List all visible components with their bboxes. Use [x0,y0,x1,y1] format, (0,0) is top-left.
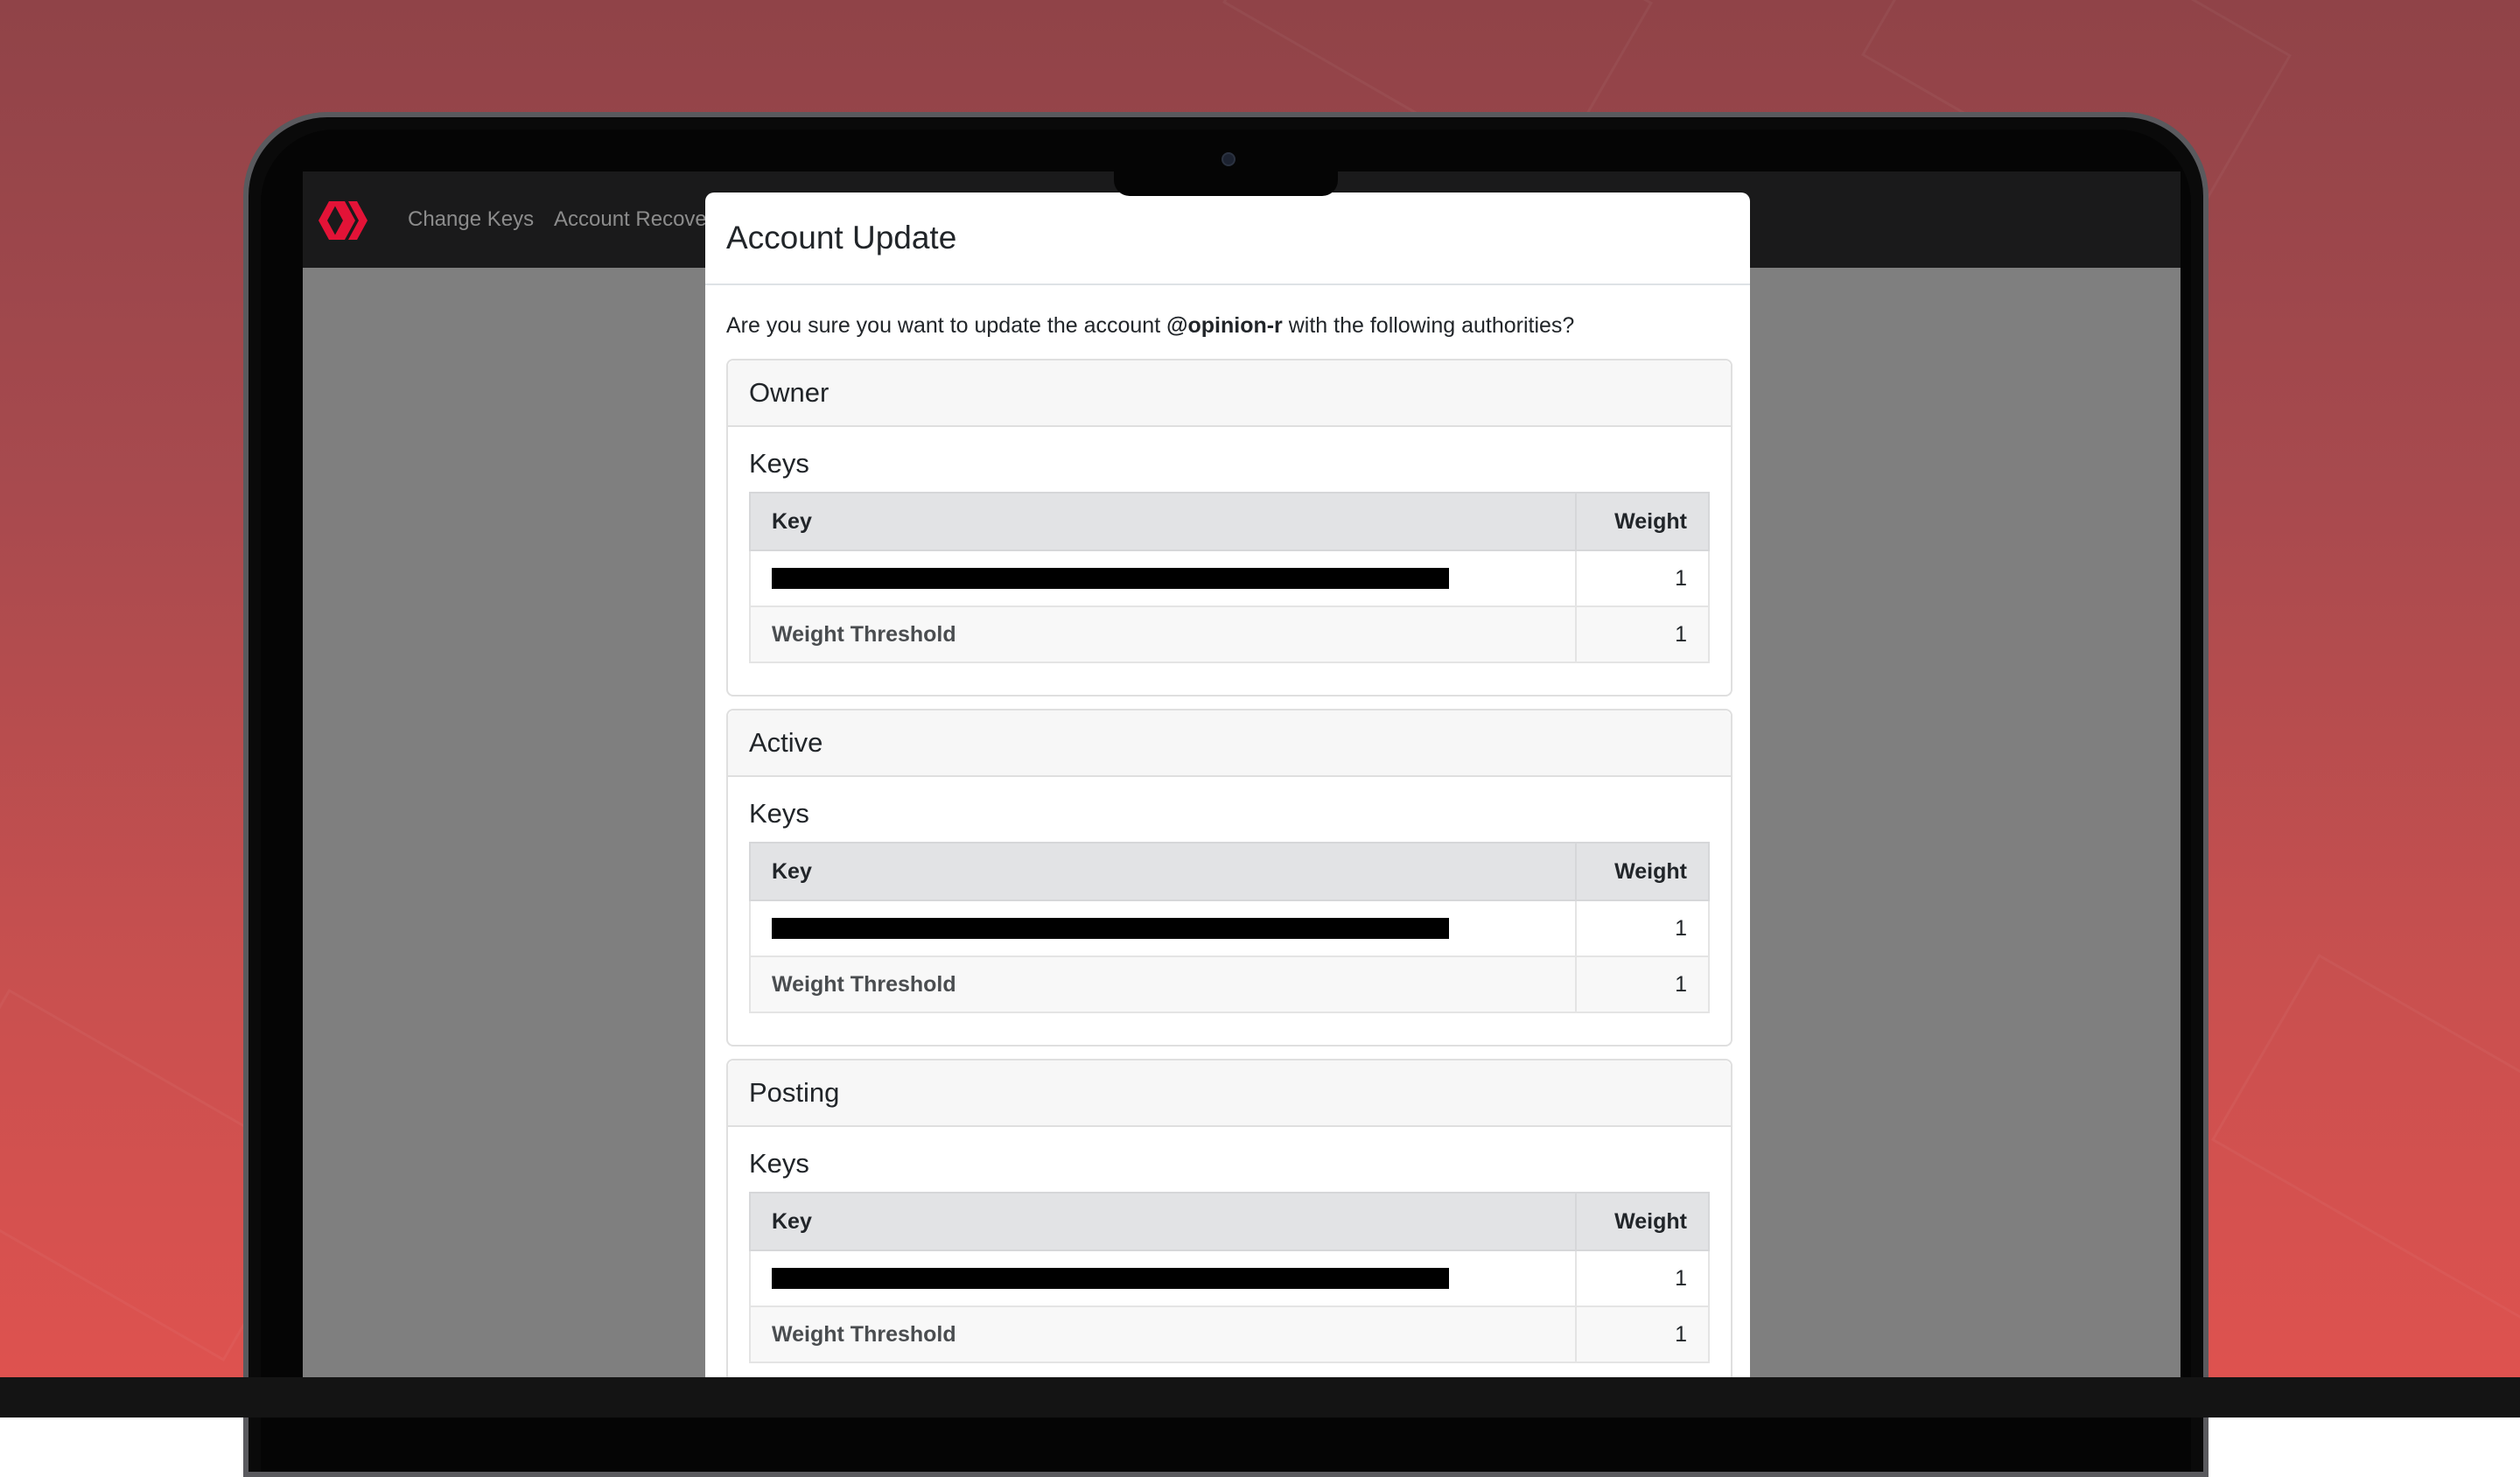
threshold-value: 1 [1574,1306,1711,1363]
modal-body: Are you sure you want to update the acco… [705,285,1750,1382]
key-cell [749,1250,1577,1307]
nav-account-recovery[interactable]: Account Recovery [554,172,724,268]
threshold-label: Weight Threshold [749,606,1577,663]
keys-table: Key Weight 1 Weight Threshold 1 [749,842,1711,1013]
keys-heading: Keys [749,798,809,829]
threshold-label: Weight Threshold [749,1306,1577,1363]
threshold-label: Weight Threshold [749,956,1577,1013]
key-cell [749,550,1577,607]
laptop-bottom-bezel [0,1377,2520,1418]
card-body: Keys Key Weight 1 Weight Threshold 1 [728,1127,1731,1382]
modal-header: Account Update [705,192,1750,285]
keys-table: Key Weight 1 Weight Threshold 1 [749,1192,1711,1363]
column-key: Key [749,492,1577,551]
authority-card-active: Active Keys Key Weight 1 Weight Threshol… [726,709,1732,1046]
keys-heading: Keys [749,448,809,479]
redacted-key [772,918,1449,939]
threshold-value: 1 [1574,956,1711,1013]
table-header-row: Key Weight [749,842,1711,901]
threshold-value: 1 [1574,606,1711,663]
confirmation-text: Are you sure you want to update the acco… [726,310,1729,341]
hive-logo-icon[interactable] [315,192,371,248]
weight-cell: 1 [1574,550,1711,607]
card-title-posting: Posting [728,1060,1731,1127]
redacted-key [772,1268,1449,1289]
weight-cell: 1 [1574,900,1711,957]
table-header-row: Key Weight [749,1192,1711,1251]
threshold-row: Weight Threshold 1 [749,606,1711,663]
account-update-modal: Account Update Are you sure you want to … [705,192,1750,1382]
column-weight: Weight [1574,1192,1711,1251]
keys-table: Key Weight 1 Weight Threshold 1 [749,492,1711,663]
card-title-active: Active [728,710,1731,777]
authority-card-posting: Posting Keys Key Weight 1 Weight Thresho… [726,1059,1732,1382]
table-header-row: Key Weight [749,492,1711,551]
authority-card-owner: Owner Keys Key Weight 1 Weight Threshold… [726,359,1732,696]
card-title-owner: Owner [728,360,1731,427]
column-key: Key [749,1192,1577,1251]
hex-pattern [2211,953,2520,1327]
card-body: Keys Key Weight 1 Weight Threshold 1 [728,777,1731,1045]
table-row: 1 [749,900,1711,957]
column-weight: Weight [1574,842,1711,901]
weight-cell: 1 [1574,1250,1711,1307]
camera-icon [1222,152,1236,166]
card-body: Keys Key Weight 1 Weight Threshold 1 [728,427,1731,695]
threshold-row: Weight Threshold 1 [749,1306,1711,1363]
intro-prefix: Are you sure you want to update the acco… [726,313,1167,338]
column-weight: Weight [1574,492,1711,551]
key-cell [749,900,1577,957]
table-row: 1 [749,550,1711,607]
threshold-row: Weight Threshold 1 [749,956,1711,1013]
redacted-key [772,568,1449,589]
keys-heading: Keys [749,1148,809,1179]
intro-suffix: with the following authorities? [1282,313,1575,338]
column-key: Key [749,842,1577,901]
table-row: 1 [749,1250,1711,1307]
account-name: @opinion-r [1166,313,1283,338]
modal-title: Account Update [726,220,957,256]
nav-change-keys[interactable]: Change Keys [408,172,534,268]
